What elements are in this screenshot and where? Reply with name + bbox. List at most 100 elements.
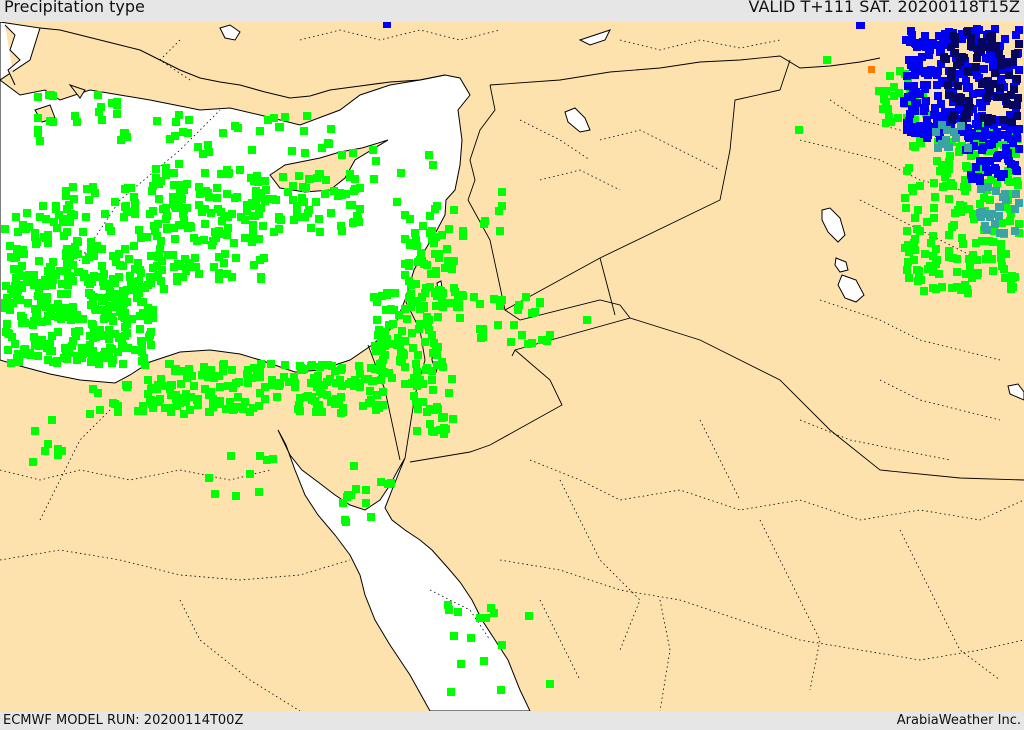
precip-cell bbox=[995, 50, 1003, 58]
precip-cell bbox=[939, 41, 947, 49]
precip-cell bbox=[945, 247, 953, 255]
precip-cell bbox=[974, 48, 982, 56]
precip-cell bbox=[997, 77, 1005, 85]
precip-cell bbox=[246, 408, 254, 416]
precip-cell bbox=[30, 333, 38, 341]
precip-cell bbox=[403, 315, 411, 323]
precip-cell bbox=[988, 210, 996, 218]
precip-cell bbox=[224, 382, 232, 390]
precip-cell bbox=[934, 144, 942, 152]
precip-cell bbox=[433, 202, 441, 210]
precip-cell bbox=[986, 196, 994, 204]
precip-cell bbox=[87, 358, 95, 366]
precip-cell bbox=[225, 169, 233, 177]
precip-cell bbox=[383, 22, 391, 28]
precip-cell bbox=[921, 104, 929, 112]
precip-cell bbox=[261, 177, 269, 185]
precip-cell bbox=[96, 406, 104, 414]
precip-cell bbox=[85, 196, 93, 204]
precip-cell bbox=[290, 216, 298, 224]
precip-cell bbox=[261, 383, 269, 391]
precip-cell bbox=[131, 210, 139, 218]
precip-cell bbox=[188, 372, 196, 380]
precip-cell bbox=[916, 122, 924, 130]
precip-cell bbox=[376, 365, 384, 373]
precip-cell bbox=[922, 97, 930, 105]
precip-cell bbox=[226, 398, 234, 406]
precip-cell bbox=[934, 92, 942, 100]
precip-cell bbox=[923, 81, 931, 89]
precip-cell bbox=[185, 116, 193, 124]
precip-cell bbox=[507, 338, 515, 346]
precip-cell bbox=[1000, 93, 1008, 101]
precip-cell bbox=[1015, 220, 1023, 228]
precip-cell bbox=[275, 225, 283, 233]
precipitation-map bbox=[0, 22, 1024, 711]
precip-cell bbox=[331, 400, 339, 408]
precip-cell bbox=[24, 299, 32, 307]
precip-cell bbox=[63, 205, 71, 213]
precip-cell bbox=[223, 190, 231, 198]
precip-cell bbox=[531, 308, 539, 316]
precip-cell bbox=[1006, 178, 1014, 186]
precip-cell bbox=[152, 165, 160, 173]
precip-cell bbox=[21, 319, 29, 327]
precip-cell bbox=[35, 288, 43, 296]
precip-cell bbox=[991, 69, 999, 77]
precip-cell bbox=[434, 313, 442, 321]
precip-cell bbox=[68, 277, 76, 285]
precip-cell bbox=[323, 378, 331, 386]
precip-cell bbox=[82, 213, 90, 221]
precip-cell bbox=[426, 420, 434, 428]
precip-cell bbox=[378, 347, 386, 355]
precip-cell bbox=[50, 218, 58, 226]
precip-cell bbox=[938, 283, 946, 291]
precip-cell bbox=[339, 408, 347, 416]
precip-cell bbox=[54, 300, 62, 308]
precip-cell bbox=[262, 195, 270, 203]
precip-cell bbox=[86, 341, 94, 349]
precip-cell bbox=[275, 123, 283, 131]
precip-cell bbox=[965, 83, 973, 91]
precip-cell bbox=[149, 182, 157, 190]
precip-cell bbox=[974, 173, 982, 181]
valid-time-label: VALID T+111 SAT. 20200118T15Z bbox=[748, 0, 1020, 16]
precip-cell bbox=[49, 276, 57, 284]
precip-cell bbox=[1009, 139, 1017, 147]
precip-cell bbox=[983, 43, 991, 51]
precip-cell bbox=[305, 175, 313, 183]
precip-cell bbox=[936, 167, 944, 175]
precip-cell bbox=[300, 127, 308, 135]
precip-cell bbox=[248, 238, 256, 246]
precip-cell bbox=[525, 612, 533, 620]
precip-cell bbox=[34, 93, 42, 101]
precip-cell bbox=[153, 262, 161, 270]
precip-cell bbox=[1013, 126, 1021, 134]
precip-cell bbox=[479, 325, 487, 333]
precip-cell bbox=[190, 234, 198, 242]
precip-cell bbox=[1015, 40, 1023, 48]
precip-cell bbox=[163, 225, 171, 233]
precip-cell bbox=[497, 686, 505, 694]
precip-cell bbox=[166, 135, 174, 143]
precip-cell bbox=[159, 205, 167, 213]
precip-cell bbox=[953, 61, 961, 69]
precip-cell bbox=[79, 228, 87, 236]
precip-cell bbox=[89, 321, 97, 329]
precip-cell bbox=[910, 82, 918, 90]
precip-cell bbox=[906, 110, 914, 118]
precip-cell bbox=[248, 146, 256, 154]
precip-cell bbox=[123, 320, 131, 328]
precip-cell bbox=[89, 385, 97, 393]
precip-cell bbox=[186, 406, 194, 414]
precip-cell bbox=[476, 300, 484, 308]
precip-cell bbox=[924, 131, 932, 139]
precip-cell bbox=[35, 340, 43, 348]
precip-cell bbox=[73, 118, 81, 126]
precip-cell bbox=[232, 254, 240, 262]
precip-cell bbox=[1010, 85, 1018, 93]
precip-cell bbox=[374, 331, 382, 339]
precip-cell bbox=[123, 133, 131, 141]
precip-cell bbox=[23, 209, 31, 217]
precip-cell bbox=[546, 680, 554, 688]
